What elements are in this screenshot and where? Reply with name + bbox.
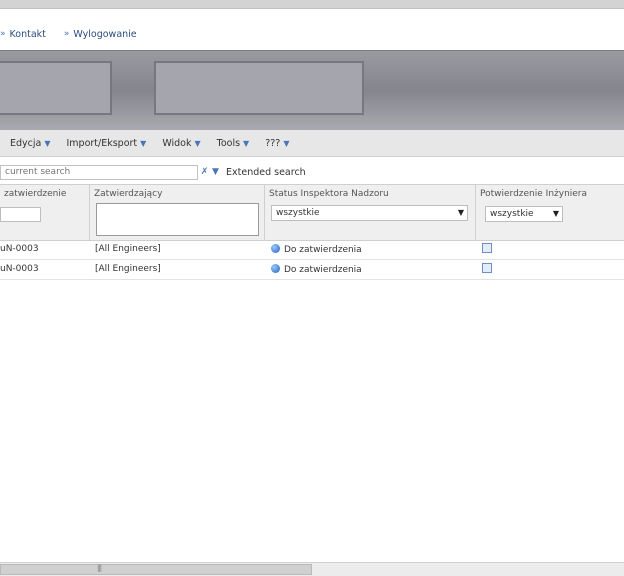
contact-link[interactable]: » Kontakt — [0, 29, 46, 40]
top-window-strip — [0, 0, 624, 9]
contact-link-label: Kontakt — [9, 28, 46, 40]
row-approver: [All Engineers] — [95, 264, 161, 274]
top-links: » Kontakt » Wylogowanie — [0, 26, 155, 42]
double-arrow-icon: » — [63, 29, 70, 39]
engineer-confirm-checkbox[interactable] — [482, 263, 492, 273]
scrollbar-thumb[interactable]: ||| — [0, 564, 312, 575]
search-clear-icon[interactable]: ✗ — [200, 166, 209, 178]
chevron-down-icon: ▼ — [283, 138, 290, 148]
column-title: Potwierdzenie Inżyniera — [480, 189, 588, 199]
menu-import-eksport[interactable]: Import/Eksport ▼ — [67, 138, 147, 149]
engineer-confirm-checkbox[interactable] — [482, 243, 492, 253]
header-banner — [0, 50, 624, 131]
menu-bar: Edycja ▼ Import/Eksport ▼ Widok ▼ Tools … — [0, 130, 624, 157]
banner-panel-left — [0, 61, 112, 115]
row-status: Do zatwierdzenia — [271, 264, 362, 275]
dropdown-arrow-icon: ▼ — [552, 209, 559, 218]
chevron-down-icon: ▼ — [243, 138, 250, 148]
column-engineer-confirmation: Potwierdzenie Inżyniera wszystkie ▼ — [476, 185, 624, 240]
chevron-down-icon: ▼ — [194, 138, 201, 148]
menu-edycja[interactable]: Edycja ▼ — [10, 138, 51, 149]
dropdown-arrow-icon: ▼ — [457, 208, 464, 217]
menu-help-label: ??? — [265, 137, 281, 149]
column-approval-date: zatwierdzenie — [0, 185, 90, 240]
grid-header: zatwierdzenie Zatwierdzający Status Insp… — [0, 184, 624, 241]
engineer-confirmation-filter-select[interactable]: wszystkie ▼ — [485, 206, 563, 222]
search-input[interactable] — [0, 164, 198, 180]
row-status: Do zatwierdzenia — [271, 244, 362, 255]
logout-link-label: Wylogowanie — [73, 28, 137, 40]
approval-date-filter-input[interactable] — [0, 207, 41, 222]
row-id: uN-0003 — [0, 244, 39, 254]
row-status-label: Do zatwierdzenia — [284, 265, 362, 275]
search-bar: ✗ ▼ Extended search — [0, 162, 306, 182]
select-value: wszystkie — [276, 208, 320, 218]
status-globe-icon — [271, 264, 280, 273]
column-inspector-status: Status Inspektora Nadzoru wszystkie ▼ — [265, 185, 476, 240]
row-status-label: Do zatwierdzenia — [284, 245, 362, 255]
chevron-down-icon[interactable]: ▼ — [211, 166, 220, 178]
chevron-down-icon: ▼ — [44, 138, 51, 148]
row-approver: [All Engineers] — [95, 244, 161, 254]
approver-filter-input[interactable] — [96, 203, 259, 236]
horizontal-scrollbar[interactable]: ||| — [0, 562, 624, 576]
row-id: uN-0003 — [0, 264, 39, 274]
column-title: Zatwierdzający — [94, 189, 163, 199]
scrollbar-grip-icon: ||| — [97, 564, 102, 572]
menu-help[interactable]: ??? ▼ — [265, 138, 289, 149]
menu-widok-label: Widok — [162, 137, 192, 149]
menu-tools[interactable]: Tools ▼ — [217, 138, 250, 149]
menu-edycja-label: Edycja — [10, 137, 42, 149]
double-arrow-icon: » — [0, 29, 6, 39]
table-row[interactable]: uN-0003 [All Engineers] Do zatwierdzenia — [0, 240, 624, 260]
table-row[interactable]: uN-0003 [All Engineers] Do zatwierdzenia — [0, 260, 624, 280]
menu-tools-label: Tools — [216, 137, 241, 149]
column-approver: Zatwierdzający — [90, 185, 265, 240]
status-globe-icon — [271, 244, 280, 253]
inspector-status-filter-select[interactable]: wszystkie ▼ — [271, 205, 468, 221]
select-value: wszystkie — [490, 209, 534, 219]
menu-widok[interactable]: Widok ▼ — [162, 138, 200, 149]
banner-panel-center — [154, 61, 364, 115]
column-title: Status Inspektora Nadzoru — [269, 189, 389, 199]
chevron-down-icon: ▼ — [140, 138, 147, 148]
menu-import-eksport-label: Import/Eksport — [66, 137, 138, 149]
column-title: zatwierdzenie — [4, 189, 67, 199]
logout-link[interactable]: » Wylogowanie — [64, 29, 137, 40]
extended-search-link[interactable]: Extended search — [226, 167, 306, 178]
